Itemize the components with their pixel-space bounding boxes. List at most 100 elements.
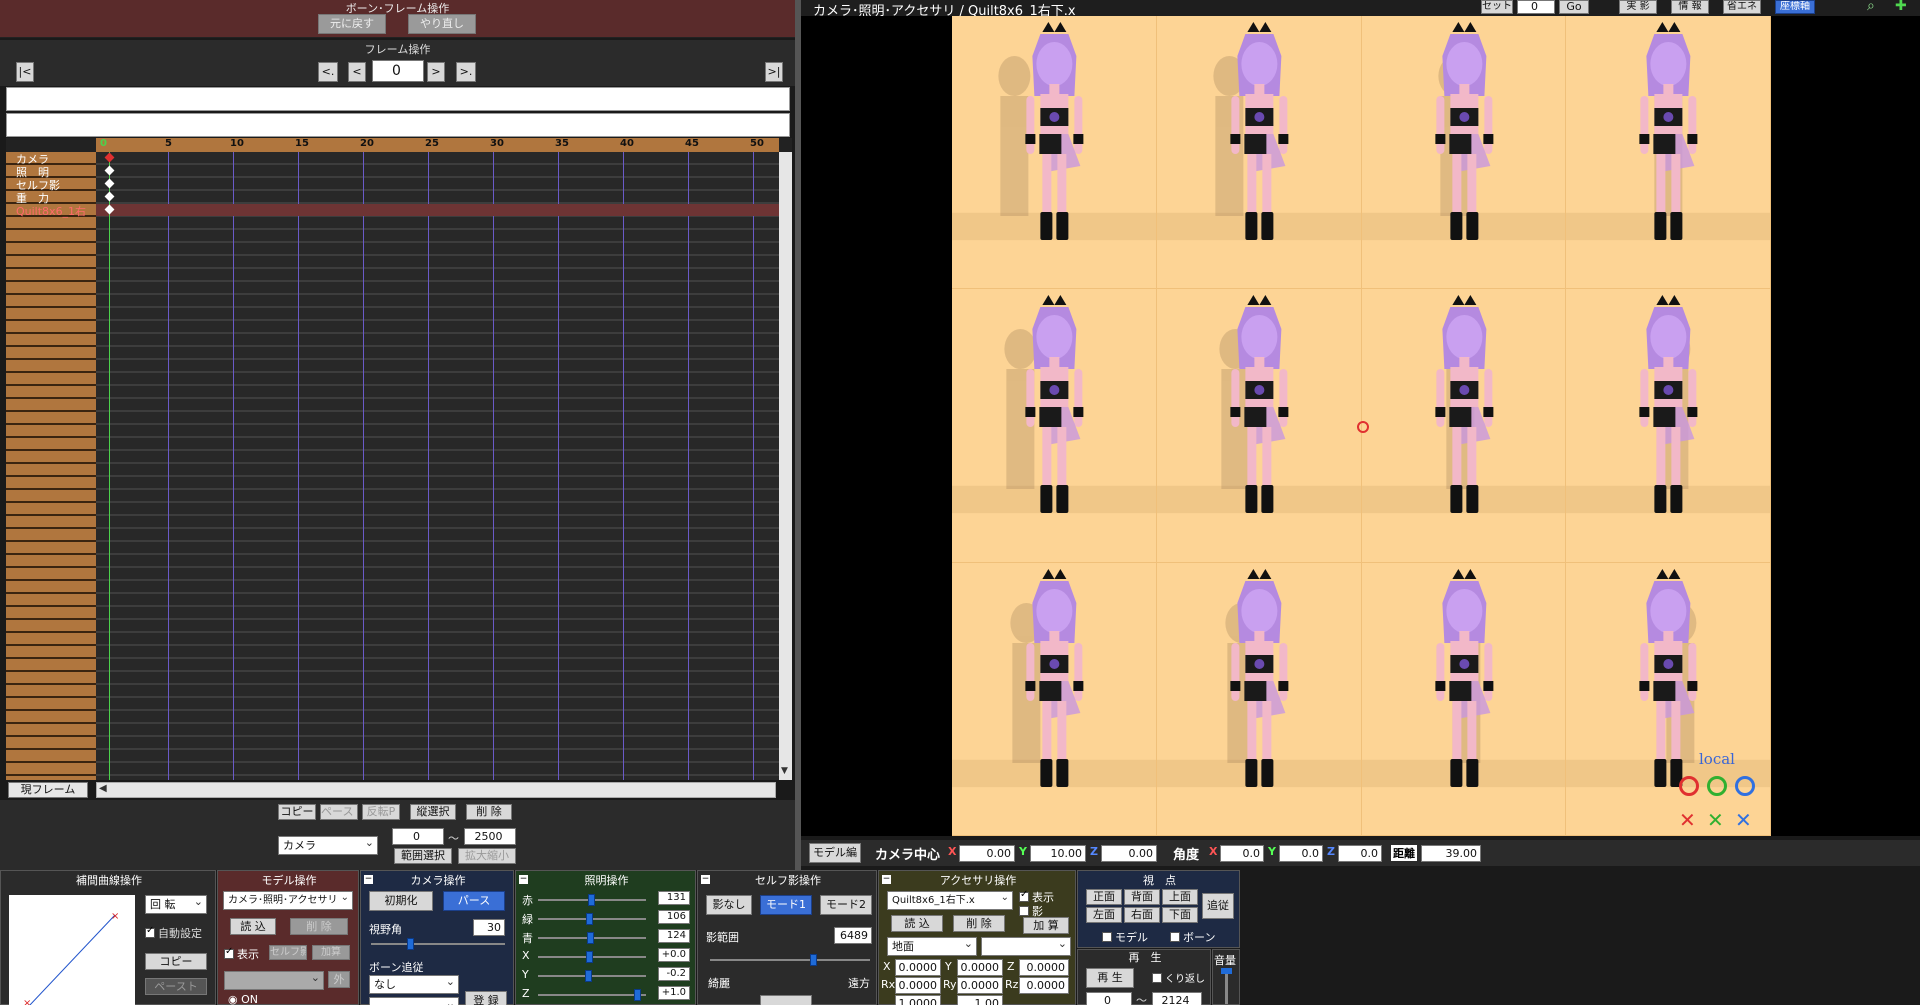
accessory-load-button[interactable]: 読 込 (891, 915, 943, 932)
next-frame-button[interactable]: > (427, 62, 445, 82)
interp-paste-button[interactable]: ペースト (145, 978, 207, 995)
move-y-icon[interactable]: ✕ (1707, 808, 1724, 832)
timeline[interactable]: カメラ 照 明 セルフ影 重 力 Quilt8x6_1右 0 5 10 15 20 25 3… (6, 138, 792, 780)
go-button[interactable]: Go (1559, 0, 1589, 14)
center-x-input[interactable]: 0.00 (959, 845, 1015, 862)
fov-slider[interactable] (371, 938, 505, 950)
acc-tr-input[interactable]: 1.00 (957, 995, 1003, 1005)
paste-button[interactable]: ペースト (320, 804, 358, 820)
follow-model-select[interactable]: なし (369, 975, 459, 994)
timeline-hscrollbar[interactable] (96, 782, 776, 798)
light-slider-knob[interactable] (588, 894, 595, 906)
view-model-checkbox[interactable]: モデル (1102, 929, 1148, 945)
frame-input[interactable]: 0 (372, 60, 424, 82)
move-icon[interactable]: ✚ (1895, 0, 1907, 14)
model-delete-button[interactable]: 削 除 (290, 918, 348, 935)
self-shadow-collapse-icon[interactable]: − (701, 875, 710, 884)
last-frame-button[interactable]: >| (765, 62, 783, 82)
model-self-shadow-button[interactable]: セルフ影 (269, 945, 307, 960)
center-z-input[interactable]: 0.00 (1101, 845, 1157, 862)
prev-key-button[interactable]: <. (318, 62, 338, 82)
rotate-y-icon[interactable] (1707, 776, 1727, 796)
rotate-x-icon[interactable] (1679, 776, 1699, 796)
model-load-button[interactable]: 読 込 (230, 918, 276, 935)
light-slider-knob[interactable] (587, 932, 594, 944)
light-value-input[interactable]: -0.2 (658, 967, 690, 981)
camera-init-button[interactable]: 初期化 (369, 891, 433, 911)
move-x-icon[interactable]: ✕ (1679, 808, 1696, 832)
track-label-accessory[interactable]: Quilt8x6_1右 (16, 205, 106, 218)
perspective-button[interactable]: パース (443, 891, 505, 911)
shadow-range-input[interactable]: 6489 (834, 927, 872, 944)
track-label-gravity[interactable]: 重 力 (16, 192, 106, 205)
acc-si-input[interactable]: 1.0000 (895, 995, 941, 1005)
light-slider[interactable] (538, 970, 646, 982)
model-select[interactable]: カメラ･照明･アクセサリ (223, 891, 353, 910)
auto-setting-checkbox[interactable]: 自動設定 (145, 925, 202, 941)
interp-curve-editor[interactable]: × × (9, 895, 135, 1005)
angle-x-input[interactable]: 0.0 (1220, 845, 1264, 862)
interp-copy-button[interactable]: コピー (145, 953, 207, 970)
model-add-button[interactable]: 加算 (312, 945, 350, 960)
view-follow-button[interactable]: 追従 (1202, 893, 1234, 919)
track-label-camera[interactable]: カメラ (16, 153, 106, 166)
current-frame-button[interactable]: 現フレーム (8, 782, 88, 798)
follow-bone-select[interactable] (369, 997, 459, 1005)
view-bottom-button[interactable]: 下面 (1162, 907, 1198, 923)
copy-button[interactable]: コピー (278, 804, 316, 820)
model-on-radio[interactable]: ◉ ON (228, 993, 258, 1005)
acc-ry-input[interactable]: 0.0000 (957, 977, 1003, 994)
viewport[interactable]: local ✕ ✕ ✕ (801, 16, 1920, 836)
light-value-input[interactable]: +0.0 (658, 948, 690, 962)
scale-button[interactable]: 拡大縮小 (458, 848, 516, 864)
distance-input[interactable]: 39.00 (1421, 845, 1481, 862)
rotate-z-icon[interactable] (1735, 776, 1755, 796)
set-button[interactable]: セット (1481, 0, 1513, 14)
light-slider-knob[interactable] (585, 970, 592, 982)
view-bone-checkbox[interactable]: ボーン (1170, 929, 1215, 945)
scroll-down-icon[interactable]: ▼ (781, 766, 788, 776)
invert-paste-button[interactable]: 反転P (362, 804, 400, 820)
light-slider-knob[interactable] (586, 913, 593, 925)
range-end-input[interactable]: 2500 (464, 828, 516, 845)
view-back-button[interactable]: 背面 (1124, 889, 1160, 905)
scroll-left-icon[interactable]: ◀ (99, 783, 107, 794)
real-shadow-button[interactable]: 実 影 (1619, 0, 1657, 14)
vertical-select-button[interactable]: 縦選択 (410, 804, 456, 820)
undo-button[interactable]: 元に戻す (318, 14, 386, 34)
play-button[interactable]: 再 生 (1086, 968, 1134, 988)
fov-slider-knob[interactable] (407, 938, 414, 950)
info-button[interactable]: 情 報 (1671, 0, 1709, 14)
accessory-delete-button[interactable]: 削 除 (953, 915, 1005, 932)
light-slider-knob[interactable] (634, 989, 641, 1001)
zoom-icon[interactable]: ⌕ (1867, 0, 1875, 14)
angle-z-input[interactable]: 0.0 (1338, 845, 1382, 862)
volume-slider[interactable] (1221, 968, 1232, 1004)
range-start-input[interactable]: 0 (392, 828, 444, 845)
model-bone-select[interactable] (224, 971, 324, 990)
move-z-icon[interactable]: ✕ (1735, 808, 1752, 832)
volume-knob[interactable] (1221, 968, 1232, 974)
accessory-collapse-icon[interactable]: − (882, 875, 891, 884)
shadow-mode1-button[interactable]: モード1 (760, 895, 812, 915)
accessory-select[interactable]: Quilt8x6_1右下.x (887, 891, 1013, 910)
acc-rz-input[interactable]: 0.0000 (1019, 977, 1069, 994)
timeline-vscrollbar[interactable] (779, 152, 792, 780)
accessory-parent-select[interactable]: 地面 (887, 937, 977, 956)
target-select[interactable]: カメラ (278, 836, 378, 855)
view-front-button[interactable]: 正面 (1086, 889, 1122, 905)
center-y-input[interactable]: 10.00 (1030, 845, 1086, 862)
first-frame-button[interactable]: |< (16, 62, 34, 82)
light-slider[interactable] (538, 894, 646, 906)
shadow-range-knob[interactable] (810, 954, 817, 966)
axis-button[interactable]: 座標軸 (1775, 0, 1815, 14)
model-show-checkbox[interactable]: 表示 (224, 946, 259, 962)
track-label-light[interactable]: 照 明 (16, 166, 106, 179)
acc-rx-input[interactable]: 0.0000 (895, 977, 941, 994)
light-slider[interactable] (538, 913, 646, 925)
play-end-input[interactable]: 2124 (1152, 992, 1202, 1005)
view-top-button[interactable]: 上面 (1162, 889, 1198, 905)
light-slider[interactable] (538, 951, 646, 963)
shadow-mode2-button[interactable]: モード2 (820, 895, 872, 915)
view-left-button[interactable]: 左面 (1086, 907, 1122, 923)
